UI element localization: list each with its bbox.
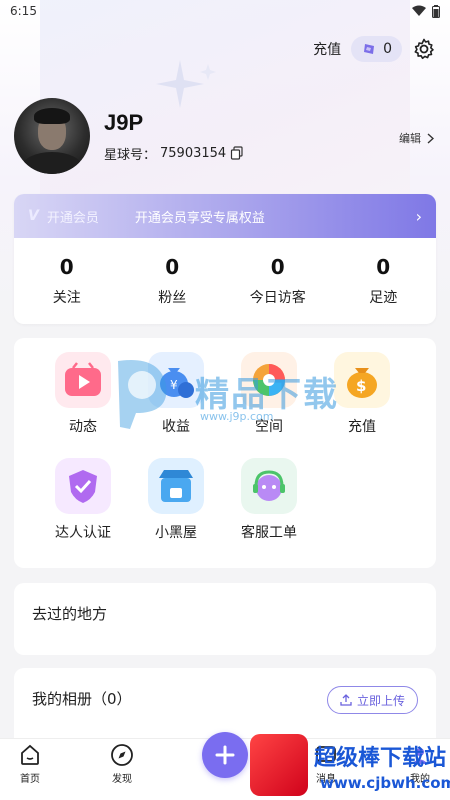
avatar[interactable] bbox=[14, 98, 90, 174]
feature-earnings[interactable]: ¥ 收益 bbox=[130, 352, 222, 436]
header-actions: 充值 0 bbox=[313, 36, 436, 62]
stat-value: 0 bbox=[165, 255, 180, 279]
feature-label: 客服工单 bbox=[241, 525, 297, 541]
stat-label: 粉丝 bbox=[158, 290, 187, 306]
stat-value: 0 bbox=[59, 255, 74, 279]
feature-label: 充值 bbox=[348, 419, 376, 435]
vip-description: 开通会员享受专属权益 bbox=[134, 210, 265, 226]
svg-text:$: $ bbox=[356, 377, 366, 395]
username: J9P bbox=[104, 109, 144, 135]
wifi-icon bbox=[412, 5, 426, 16]
money-bag-icon: ¥ bbox=[148, 352, 204, 408]
tab-label: 消息 bbox=[316, 774, 336, 785]
shop-icon bbox=[148, 458, 204, 514]
plus-icon bbox=[215, 745, 235, 765]
feature-recharge[interactable]: $ 充值 bbox=[316, 352, 408, 436]
stat-value: 0 bbox=[270, 255, 285, 279]
vip-banner[interactable]: V 开通会员 开通会员享受专属权益 › bbox=[14, 194, 436, 238]
album-title: 我的相册（0） bbox=[32, 690, 132, 708]
feature-label: 收益 bbox=[162, 419, 190, 435]
coin-balance[interactable]: 0 bbox=[351, 36, 402, 62]
recharge-link[interactable]: 充值 bbox=[313, 39, 341, 59]
upload-label: 立即上传 bbox=[356, 693, 405, 708]
tab-label: 发现 bbox=[112, 774, 132, 785]
stat-value: 0 bbox=[376, 255, 391, 279]
status-bar: 6:15 bbox=[0, 0, 450, 22]
home-icon bbox=[21, 744, 39, 765]
feature-blackroom[interactable]: 小黑屋 bbox=[130, 458, 222, 542]
headset-bot-icon bbox=[241, 458, 297, 514]
battery-icon bbox=[432, 4, 440, 18]
upload-button[interactable]: 立即上传 bbox=[326, 686, 418, 714]
tab-mine[interactable]: 我的 bbox=[390, 743, 450, 785]
coin-bag-icon: $ bbox=[334, 352, 390, 408]
message-icon bbox=[316, 746, 336, 762]
places-title: 去过的地方 bbox=[32, 605, 108, 623]
create-post-button[interactable] bbox=[202, 732, 248, 778]
tab-messages[interactable]: 消息 bbox=[296, 743, 356, 785]
feature-grid: 动态 ¥ 收益 空间 $ 充值 达人认证 小黑屋 客服工单 bbox=[14, 338, 436, 568]
feature-label: 小黑屋 bbox=[155, 525, 197, 541]
profile-header: J9P 星球号： 75903154 bbox=[14, 98, 244, 174]
settings-gear-icon[interactable] bbox=[412, 37, 436, 61]
svg-text:¥: ¥ bbox=[170, 378, 178, 392]
feature-support-ticket[interactable]: 客服工单 bbox=[223, 458, 315, 542]
feature-label: 达人认证 bbox=[55, 525, 111, 541]
stat-visitors-today[interactable]: 0 今日访客 bbox=[225, 255, 331, 307]
camera-aperture-icon bbox=[241, 352, 297, 408]
stat-footprints[interactable]: 0 足迹 bbox=[331, 255, 437, 307]
coin-icon bbox=[364, 44, 375, 54]
edit-profile-link[interactable]: 编辑 bbox=[399, 130, 434, 146]
stat-following[interactable]: 0 关注 bbox=[14, 255, 120, 307]
video-play-icon bbox=[55, 352, 111, 408]
edit-label: 编辑 bbox=[399, 132, 421, 145]
tab-discover[interactable]: 发现 bbox=[92, 743, 152, 785]
vip-logo: V bbox=[28, 208, 39, 224]
stat-followers[interactable]: 0 粉丝 bbox=[120, 255, 226, 307]
chevron-right-icon: › bbox=[415, 206, 422, 226]
coin-count: 0 bbox=[383, 41, 392, 57]
feature-posts[interactable]: 动态 bbox=[37, 352, 129, 436]
copy-icon[interactable] bbox=[230, 146, 244, 160]
uid-value: 75903154 bbox=[160, 145, 227, 161]
stat-label: 今日访客 bbox=[249, 290, 306, 306]
uid-row: 星球号： 75903154 bbox=[104, 144, 244, 163]
uid-label: 星球号： bbox=[104, 147, 157, 163]
tab-label: 首页 bbox=[20, 774, 40, 785]
stat-label: 关注 bbox=[52, 290, 81, 306]
feature-label: 空间 bbox=[255, 419, 283, 435]
visited-places-card[interactable]: 去过的地方 bbox=[14, 583, 436, 655]
feature-verification[interactable]: 达人认证 bbox=[37, 458, 129, 542]
upload-icon bbox=[340, 694, 352, 706]
status-time: 6:15 bbox=[10, 4, 37, 18]
shield-badge-icon bbox=[55, 458, 111, 514]
vip-stats-card: V 开通会员 开通会员享受专属权益 › 0 关注 0 粉丝 0 今日访客 0 足… bbox=[14, 194, 436, 324]
feature-space[interactable]: 空间 bbox=[223, 352, 315, 436]
user-icon bbox=[412, 748, 428, 764]
compass-icon bbox=[111, 744, 133, 766]
stat-label: 足迹 bbox=[369, 290, 398, 306]
stats-row: 0 关注 0 粉丝 0 今日访客 0 足迹 bbox=[14, 238, 436, 324]
tab-home[interactable]: 首页 bbox=[0, 743, 60, 785]
tab-label: 我的 bbox=[410, 774, 430, 785]
feature-label: 动态 bbox=[69, 419, 97, 435]
chevron-right-icon bbox=[427, 132, 434, 144]
vip-title: 开通会员 bbox=[46, 210, 99, 226]
